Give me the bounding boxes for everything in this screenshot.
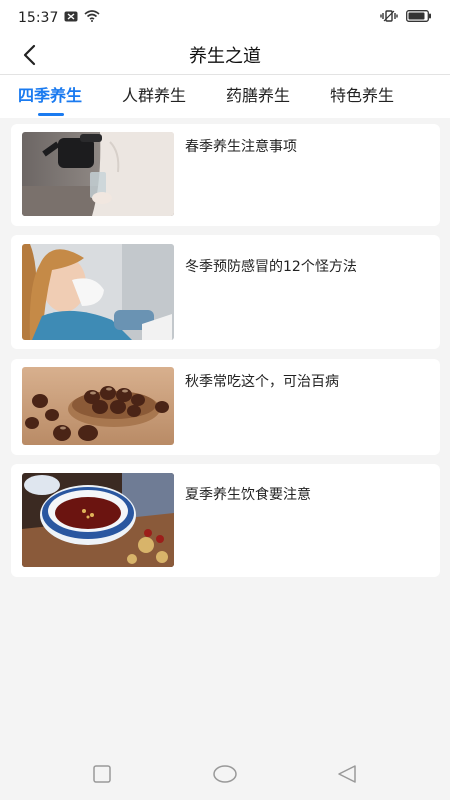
circle-icon — [213, 765, 237, 783]
article-card[interactable]: 秋季常吃这个，可治百病 — [11, 359, 440, 455]
battery-icon — [406, 10, 432, 26]
nav-bar: 养生之道 — [0, 36, 450, 74]
active-tab-indicator — [38, 113, 64, 116]
tab-special-health[interactable]: 特色养生 — [330, 75, 394, 119]
square-icon — [93, 765, 111, 783]
article-thumbnail-sneezing-woman — [22, 244, 174, 340]
category-tabs: 四季养生 人群养生 药膳养生 特色养生 — [0, 74, 450, 118]
article-title: 冬季预防感冒的12个怪方法 — [185, 259, 357, 275]
chevron-left-icon — [23, 44, 36, 66]
article-thumbnail-kettle — [22, 132, 174, 216]
article-title: 秋季常吃这个，可治百病 — [185, 374, 339, 390]
home-button[interactable] — [212, 764, 238, 788]
recent-apps-button[interactable] — [92, 764, 112, 788]
tab-population-health[interactable]: 人群养生 — [122, 75, 186, 119]
back-button[interactable] — [14, 40, 44, 70]
notification-icon — [64, 10, 78, 26]
article-title: 春季养生注意事项 — [185, 139, 297, 155]
status-time: 15:37 — [18, 10, 59, 26]
article-thumbnail-chestnuts — [22, 367, 174, 445]
article-card[interactable]: 夏季养生饮食要注意 — [11, 464, 440, 577]
triangle-back-icon — [338, 765, 356, 783]
status-bar: 15:37 — [0, 0, 450, 36]
page-title: 养生之道 — [189, 46, 261, 67]
wifi-icon — [84, 10, 100, 26]
article-card[interactable]: 春季养生注意事项 — [11, 124, 440, 226]
article-title: 夏季养生饮食要注意 — [185, 487, 311, 503]
article-card[interactable]: 冬季预防感冒的12个怪方法 — [11, 235, 440, 349]
tab-medicinal-diet[interactable]: 药膳养生 — [226, 75, 290, 119]
article-thumbnail-tea — [22, 473, 174, 567]
vibrate-mode-icon — [380, 10, 398, 26]
back-nav-button[interactable] — [336, 764, 358, 788]
system-navigation-bar — [0, 748, 450, 800]
